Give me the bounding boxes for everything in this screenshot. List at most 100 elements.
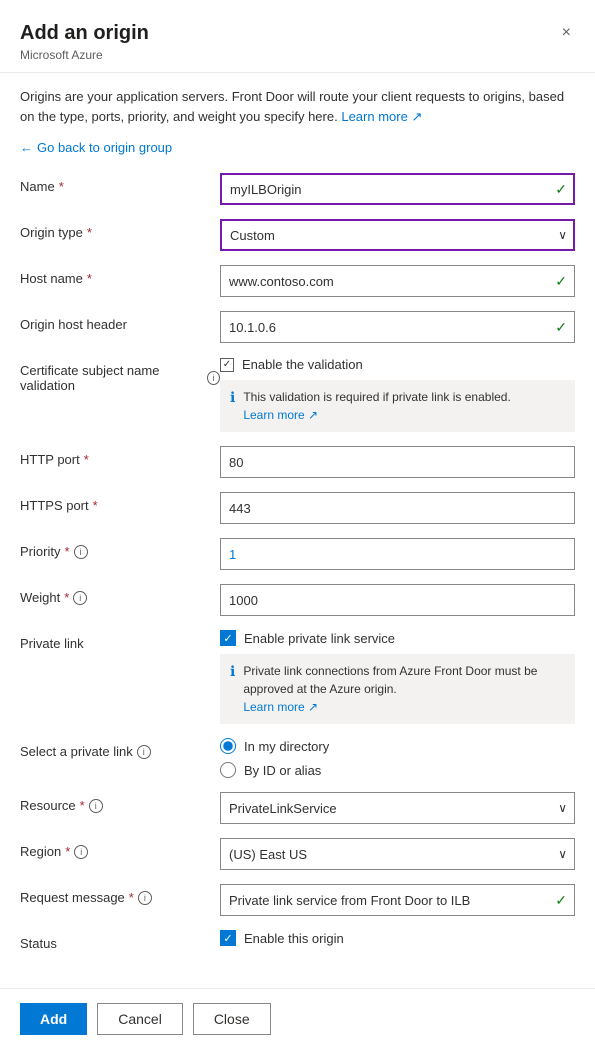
name-required-star: *	[59, 179, 64, 194]
host-name-required-star: *	[87, 271, 92, 286]
resource-label: Resource * i	[20, 792, 220, 813]
private-link-row: Private link Enable private link service…	[20, 630, 575, 724]
https-port-control-wrap	[220, 492, 575, 524]
priority-label: Priority * i	[20, 538, 220, 559]
region-control-wrap: (US) East US ∨	[220, 838, 575, 870]
region-info-icon[interactable]: i	[74, 845, 88, 859]
cert-validation-external-link-icon: ↗	[308, 408, 318, 422]
select-private-link-control-wrap: In my directory By ID or alias	[220, 738, 575, 778]
https-port-label: HTTPS port *	[20, 492, 220, 513]
radio-directory-input[interactable]	[220, 738, 236, 754]
private-link-info-text: Private link connections from Azure Fron…	[243, 662, 565, 716]
origin-type-select-wrap: Custom App Service Storage Cloud service…	[220, 219, 575, 251]
request-message-check-icon: ✓	[555, 892, 567, 909]
status-label: Status	[20, 930, 220, 951]
weight-row: Weight * i	[20, 584, 575, 616]
origin-type-label: Origin type *	[20, 219, 220, 240]
region-select[interactable]: (US) East US	[220, 838, 575, 870]
priority-control-wrap	[220, 538, 575, 570]
priority-input[interactable]	[220, 538, 575, 570]
request-message-input[interactable]	[220, 884, 575, 916]
host-name-control-wrap: ✓	[220, 265, 575, 297]
name-check-icon: ✓	[555, 181, 567, 198]
https-port-input[interactable]	[220, 492, 575, 524]
host-name-input-wrapper: ✓	[220, 265, 575, 297]
priority-required-star: *	[64, 544, 69, 559]
http-port-input[interactable]	[220, 446, 575, 478]
panel-body: Origins are your application servers. Fr…	[0, 73, 595, 988]
request-message-required-star: *	[129, 890, 134, 905]
name-input-wrapper: ✓	[220, 173, 575, 205]
add-origin-panel: Add an origin × Microsoft Azure Origins …	[0, 0, 595, 1049]
origin-host-header-input-wrapper: ✓	[220, 311, 575, 343]
origin-type-row: Origin type * Custom App Service Storage…	[20, 219, 575, 251]
private-link-checkbox-label: Enable private link service	[244, 631, 395, 646]
http-port-required-star: *	[84, 452, 89, 467]
weight-info-icon[interactable]: i	[73, 591, 87, 605]
cert-validation-checkbox[interactable]	[220, 358, 234, 372]
back-to-origin-group-link[interactable]: ← Go back to origin group	[20, 140, 575, 155]
select-private-link-info-icon[interactable]: i	[137, 745, 151, 759]
private-link-info-box: ℹ Private link connections from Azure Fr…	[220, 654, 575, 724]
weight-label: Weight * i	[20, 584, 220, 605]
status-checkbox-row: Enable this origin	[220, 930, 575, 946]
origin-host-header-check-icon: ✓	[555, 319, 567, 336]
add-button[interactable]: Add	[20, 1003, 87, 1035]
radio-id-input[interactable]	[220, 762, 236, 778]
private-link-external-link-icon: ↗	[308, 700, 318, 714]
cert-validation-info-icon[interactable]: i	[207, 371, 220, 385]
description-learn-more-link[interactable]: Learn more ↗	[341, 109, 422, 124]
https-port-required-star: *	[93, 498, 98, 513]
origin-type-select[interactable]: Custom App Service Storage Cloud service	[220, 219, 575, 251]
host-name-input[interactable]	[220, 265, 575, 297]
name-row: Name * ✓	[20, 173, 575, 205]
select-private-link-label: Select a private link i	[20, 738, 220, 759]
origin-type-control-wrap: Custom App Service Storage Cloud service…	[220, 219, 575, 251]
resource-row: Resource * i PrivateLinkService ∨	[20, 792, 575, 824]
resource-required-star: *	[80, 798, 85, 813]
https-port-row: HTTPS port *	[20, 492, 575, 524]
cert-validation-info-box: ℹ This validation is required if private…	[220, 380, 575, 432]
request-message-row: Request message * i ✓	[20, 884, 575, 916]
origin-host-header-input[interactable]	[220, 311, 575, 343]
select-private-link-row: Select a private link i In my directory …	[20, 738, 575, 778]
cert-validation-learn-more-link[interactable]: Learn more ↗	[243, 408, 318, 422]
weight-control-wrap	[220, 584, 575, 616]
description-text: Origins are your application servers. Fr…	[20, 87, 575, 126]
origin-type-required-star: *	[87, 225, 92, 240]
cert-validation-row: Certificate subject name validation i En…	[20, 357, 575, 432]
request-message-control-wrap: ✓	[220, 884, 575, 916]
http-port-label: HTTP port *	[20, 446, 220, 467]
private-link-control-wrap: Enable private link service ℹ Private li…	[220, 630, 575, 724]
http-port-control-wrap	[220, 446, 575, 478]
radio-directory-label: In my directory	[244, 739, 329, 754]
request-message-label: Request message * i	[20, 884, 220, 905]
resource-select-wrap: PrivateLinkService ∨	[220, 792, 575, 824]
request-message-input-wrapper: ✓	[220, 884, 575, 916]
cert-validation-checkbox-label: Enable the validation	[242, 357, 363, 372]
weight-input[interactable]	[220, 584, 575, 616]
radio-directory-row: In my directory	[220, 738, 575, 754]
priority-info-icon[interactable]: i	[74, 545, 88, 559]
close-icon-button[interactable]: ×	[558, 20, 575, 46]
private-link-learn-more-link[interactable]: Learn more ↗	[243, 700, 318, 714]
close-button[interactable]: Close	[193, 1003, 271, 1035]
cert-validation-checkbox-row: Enable the validation	[220, 357, 575, 372]
panel-title-row: Add an origin ×	[20, 20, 575, 46]
request-message-info-icon[interactable]: i	[138, 891, 152, 905]
private-link-checkbox[interactable]	[220, 630, 236, 646]
cancel-button[interactable]: Cancel	[97, 1003, 183, 1035]
resource-select[interactable]: PrivateLinkService	[220, 792, 575, 824]
external-link-icon: ↗	[411, 109, 422, 124]
private-link-label: Private link	[20, 630, 220, 651]
panel-subtitle: Microsoft Azure	[20, 48, 575, 62]
resource-info-icon[interactable]: i	[89, 799, 103, 813]
status-checkbox[interactable]	[220, 930, 236, 946]
panel-header: Add an origin × Microsoft Azure	[0, 0, 595, 73]
status-row: Status Enable this origin	[20, 930, 575, 954]
resource-control-wrap: PrivateLinkService ∨	[220, 792, 575, 824]
host-name-label: Host name *	[20, 265, 220, 286]
name-input[interactable]	[220, 173, 575, 205]
private-link-info-circle-icon: ℹ	[230, 663, 235, 680]
origin-host-header-label: Origin host header	[20, 311, 220, 332]
